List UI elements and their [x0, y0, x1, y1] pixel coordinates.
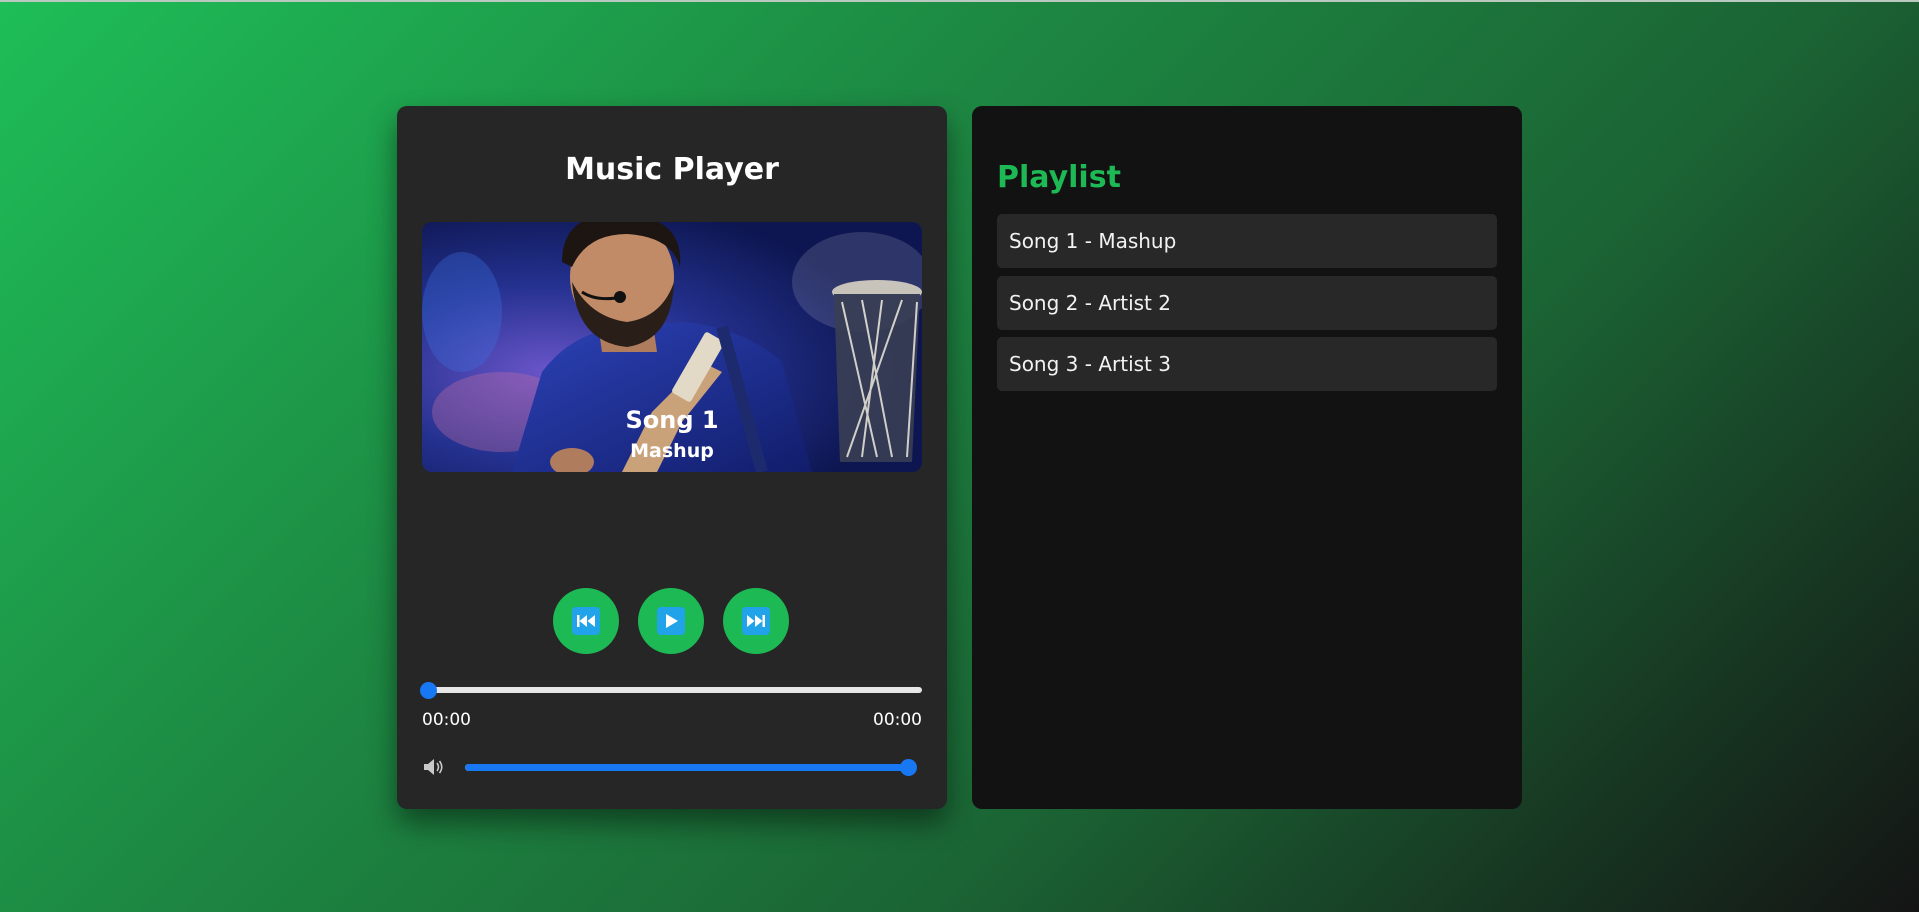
playlist-panel: Playlist Song 1 - Mashup Song 2 - Artist… — [972, 106, 1522, 809]
playlist-item[interactable]: Song 2 - Artist 2 — [997, 276, 1497, 330]
song-title: Song 1 — [625, 406, 719, 434]
next-button[interactable] — [723, 588, 789, 654]
song-artist: Mashup — [630, 440, 714, 462]
progress-thumb[interactable] — [420, 682, 437, 699]
play-icon — [657, 607, 685, 635]
volume-fill — [465, 764, 909, 771]
volume-thumb[interactable] — [900, 759, 917, 776]
album-art — [422, 222, 922, 472]
playlist-item[interactable]: Song 1 - Mashup — [997, 214, 1497, 268]
progress-slider[interactable] — [420, 682, 922, 699]
previous-button[interactable] — [553, 588, 619, 654]
playlist-title: Playlist — [997, 160, 1121, 195]
skip-next-icon — [742, 607, 770, 635]
play-button[interactable] — [638, 588, 704, 654]
current-time: 00:00 — [422, 710, 471, 730]
volume-slider[interactable] — [465, 759, 917, 776]
player-card: Music Player Song 1 Mashup 00:00 00:00 — [397, 106, 947, 809]
top-border — [0, 0, 1919, 2]
speaker-icon[interactable] — [423, 758, 445, 776]
playlist-item[interactable]: Song 3 - Artist 3 — [997, 337, 1497, 391]
player-title: Music Player — [565, 152, 779, 187]
total-time: 00:00 — [873, 710, 922, 730]
skip-previous-icon — [572, 607, 600, 635]
